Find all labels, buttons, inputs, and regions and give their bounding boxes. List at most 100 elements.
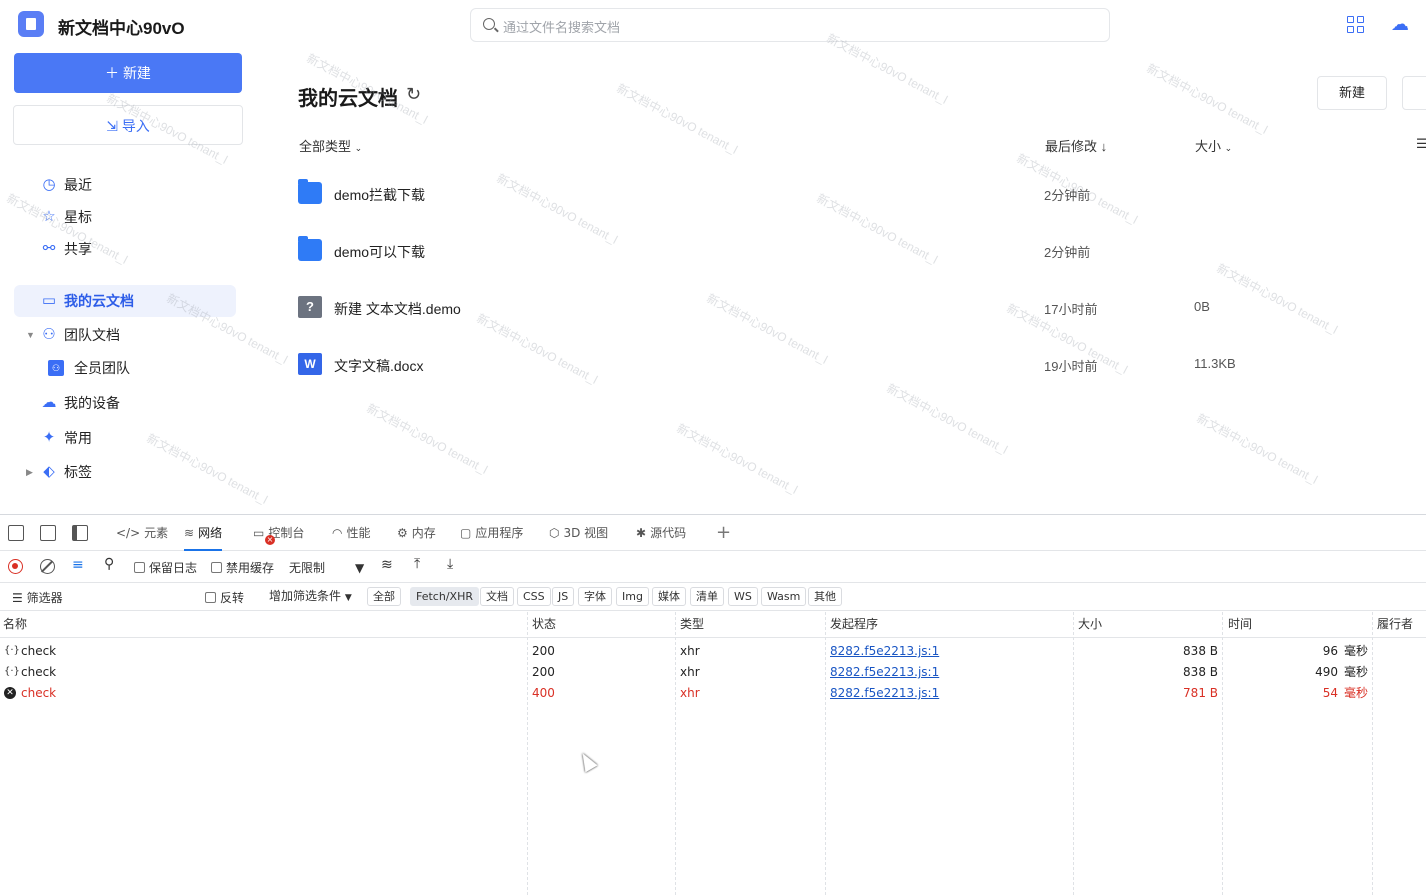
type-filter-dropdown[interactable]: 全部类型 ⌄: [299, 136, 362, 155]
checkbox-icon: [205, 592, 216, 603]
col-header-fulfilled-by[interactable]: 履行者: [1374, 612, 1413, 637]
inspect-icon[interactable]: [8, 525, 24, 541]
sidebar-item-shared[interactable]: ⚯ 共享: [14, 233, 236, 265]
device-toolbar-icon[interactable]: [40, 525, 56, 541]
import-button[interactable]: ⇲ 导入: [13, 105, 243, 145]
preserve-log-checkbox[interactable]: 保留日志: [134, 559, 197, 576]
wifi-icon: ≋: [184, 526, 195, 540]
tab-sources[interactable]: ✱ 源代码: [636, 515, 686, 551]
tab-console[interactable]: ▭ 控制台: [253, 515, 304, 551]
throttle-select[interactable]: 无限制 ▼: [289, 559, 364, 576]
chip-img[interactable]: Img: [616, 587, 649, 606]
invert-label: 反转: [220, 591, 245, 605]
sort-modified-header[interactable]: 最后修改 ↓: [1045, 136, 1107, 155]
chip-wasm[interactable]: Wasm: [761, 587, 807, 606]
file-name: 文字文稿.docx: [334, 358, 424, 374]
chip-ws[interactable]: WS: [728, 587, 758, 606]
sidebar-item-tags[interactable]: ▶ ⬖ 标签: [14, 456, 236, 488]
chip-css[interactable]: CSS: [517, 587, 551, 606]
team-icon: ⚇: [42, 326, 56, 343]
request-initiator-link[interactable]: 8282.f5e2213.js:1: [830, 683, 939, 703]
search-icon[interactable]: ⚲: [104, 556, 114, 572]
app-grid-icon[interactable]: [1347, 16, 1365, 34]
watermark: 新文档中心90vO tenant_l: [674, 421, 800, 497]
tab-3d-view[interactable]: ⬡ 3D 视图: [549, 515, 608, 551]
size-header[interactable]: 大小 ⌄: [1195, 136, 1232, 155]
tab-network[interactable]: ≋ 网络: [184, 515, 223, 551]
clear-icon[interactable]: [40, 559, 55, 574]
chip-js[interactable]: JS: [552, 587, 575, 606]
view-toggle-icon[interactable]: ☰: [1416, 136, 1426, 152]
download-har-icon[interactable]: ⤓: [447, 556, 453, 572]
request-time: 54: [1322, 686, 1338, 700]
error-badge-icon: ×: [265, 535, 275, 545]
column-divider[interactable]: [825, 612, 826, 895]
star-icon: ☆: [42, 208, 56, 225]
more-filters-dropdown[interactable]: 增加筛选条件 ▼: [269, 587, 352, 604]
new-button[interactable]: ＋ 新建: [14, 53, 242, 93]
sidebar-item-all-team[interactable]: ⚇ 全员团队: [14, 352, 236, 384]
new-doc-button[interactable]: 新建: [1317, 76, 1387, 110]
request-time-unit: 毫秒: [1344, 644, 1369, 658]
dock-side-icon[interactable]: [72, 525, 88, 541]
col-header-initiator[interactable]: 发起程序: [827, 612, 878, 637]
sidebar-item-team-docs[interactable]: ▼ ⚇ 团队文档: [14, 319, 236, 351]
request-initiator-link[interactable]: 8282.f5e2213.js:1: [830, 662, 939, 682]
request-initiator-link[interactable]: 8282.f5e2213.js:1: [830, 641, 939, 661]
file-row[interactable]: demo拦截下载 2分钟前: [296, 174, 1406, 214]
col-header-type[interactable]: 类型: [677, 612, 704, 637]
sidebar-item-label: 最近: [64, 177, 92, 193]
sidebar-item-my-devices[interactable]: ☁ 我的设备: [14, 387, 236, 419]
file-row[interactable]: demo可以下载 2分钟前: [296, 231, 1406, 271]
more-button[interactable]: [1402, 76, 1426, 110]
disable-cache-label: 禁用缓存: [226, 561, 275, 575]
tab-label: 网络: [198, 526, 223, 540]
column-divider[interactable]: [527, 612, 528, 895]
preserve-log-label: 保留日志: [149, 561, 198, 575]
col-header-status[interactable]: 状态: [529, 612, 556, 637]
import-icon: ⇲: [106, 118, 122, 134]
caret-right-icon[interactable]: ▶: [26, 456, 33, 488]
sidebar-item-recent[interactable]: ◷ 最近: [14, 169, 236, 201]
chip-other[interactable]: 其他: [808, 587, 842, 606]
file-row[interactable]: ? 新建 文本文档.demo 17小时前 0B: [296, 288, 1406, 328]
tab-performance[interactable]: ◠ 性能: [332, 515, 371, 551]
disable-cache-checkbox[interactable]: 禁用缓存: [211, 559, 274, 576]
filter-toggle-icon[interactable]: ≡: [72, 557, 84, 573]
record-icon[interactable]: [8, 559, 23, 574]
memory-icon: ⚙: [397, 526, 408, 540]
sidebar-item-my-cloud-docs[interactable]: ▭ 我的云文档: [14, 285, 236, 317]
refresh-icon[interactable]: ↻: [406, 84, 421, 105]
upload-har-icon[interactable]: ⤒: [414, 556, 420, 572]
column-divider[interactable]: [675, 612, 676, 895]
chip-doc[interactable]: 文档: [480, 587, 514, 606]
sidebar-item-frequent[interactable]: ✦ 常用: [14, 422, 236, 454]
invert-checkbox[interactable]: 反转: [205, 589, 244, 606]
tab-memory[interactable]: ⚙ 内存: [397, 515, 436, 551]
column-divider[interactable]: [1372, 612, 1373, 895]
folder-icon: ▭: [41, 292, 57, 309]
caret-down-icon[interactable]: ▼: [26, 319, 35, 351]
col-header-time[interactable]: 时间: [1225, 612, 1252, 637]
column-divider[interactable]: [1073, 612, 1074, 895]
chip-manifest[interactable]: 清单: [690, 587, 724, 606]
3d-icon: ⬡: [549, 526, 560, 540]
chip-font[interactable]: 字体: [578, 587, 612, 606]
chip-all[interactable]: 全部: [367, 587, 401, 606]
chip-media[interactable]: 媒体: [652, 587, 686, 606]
watermark: 新文档中心90vO tenant_l: [1144, 61, 1270, 137]
cloud-upload-icon[interactable]: ☁: [1389, 14, 1411, 34]
add-tab-icon[interactable]: +: [716, 515, 731, 551]
col-header-size[interactable]: 大小: [1075, 612, 1102, 637]
chevron-down-icon: ⌄: [354, 143, 363, 153]
file-row[interactable]: W 文字文稿.docx 19小时前 11.3KB: [296, 345, 1406, 385]
tab-elements[interactable]: </> 元素: [116, 515, 168, 551]
search-box[interactable]: 通过文件名搜索文档: [470, 8, 1110, 42]
chip-fetch-xhr[interactable]: Fetch/XHR: [410, 587, 479, 606]
column-divider[interactable]: [1222, 612, 1223, 895]
filter-input[interactable]: ☰ 筛选器: [12, 589, 63, 606]
col-header-name[interactable]: 名称: [0, 612, 27, 637]
tab-application[interactable]: ▢ 应用程序: [460, 515, 523, 551]
sidebar-item-starred[interactable]: ☆ 星标: [14, 201, 236, 233]
network-conditions-icon[interactable]: ≋: [381, 557, 393, 573]
